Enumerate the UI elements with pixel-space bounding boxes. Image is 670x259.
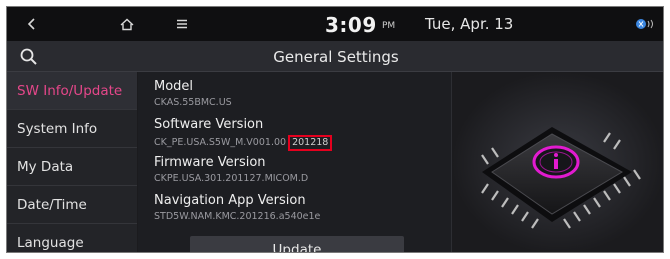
row-title: Firmware Version xyxy=(154,155,266,170)
sidebar-item-label: Date/Time xyxy=(17,196,87,213)
row-title: Software Version xyxy=(154,117,264,132)
update-button[interactable]: Update xyxy=(190,236,404,252)
menu-button[interactable] xyxy=(167,7,197,41)
sidebar-item-label: My Data xyxy=(17,158,74,175)
status-bar: 3:09 PM Tue, Apr. 13 xyxy=(7,7,663,41)
sidebar-item-label: SW Info/Update xyxy=(17,82,123,99)
row-value: CK_PE.USA.S5W_M.V001.00 201218 xyxy=(154,135,333,151)
clock-ampm: PM xyxy=(382,21,396,31)
sidebar: SW Info/Update System Info My Data Date/… xyxy=(7,72,137,252)
row-value: CKPE.USA.301.201127.MICOM.D xyxy=(154,173,309,184)
home-icon xyxy=(120,18,134,31)
sidebar-item-language[interactable]: Language xyxy=(7,224,137,252)
row-value-prefix: CK_PE.USA.S5W_M.V001.00 xyxy=(154,137,287,148)
list-item-firmware-version: Firmware Version CKPE.USA.301.201127.MIC… xyxy=(154,152,444,190)
row-value: CKAS.55BMC.US xyxy=(154,97,232,108)
sidebar-item-date-time[interactable]: Date/Time xyxy=(7,186,137,224)
chip-info-icon xyxy=(452,72,663,252)
sidebar-item-system-info[interactable]: System Info xyxy=(7,110,137,148)
row-value: STD5W.NAM.KMC.201216.a540e1e xyxy=(154,211,321,222)
list-item-navigation-app-version: Navigation App Version STD5W.NAM.KMC.201… xyxy=(154,190,444,228)
sidebar-item-my-data[interactable]: My Data xyxy=(7,148,137,186)
title-bar: General Settings xyxy=(7,41,663,72)
menu-icon xyxy=(177,19,187,29)
connectivity-icon xyxy=(636,19,653,29)
page-title: General Settings xyxy=(273,48,399,66)
row-title: Model xyxy=(154,79,194,94)
sidebar-item-label: Language xyxy=(17,235,84,251)
row-title: Navigation App Version xyxy=(154,193,306,208)
status-date: Tue, Apr. 13 xyxy=(425,15,514,33)
screen: 3:09 PM Tue, Apr. 13 General Settings SW… xyxy=(6,6,664,253)
info-list: Model CKAS.55BMC.US Software Version CK_… xyxy=(138,72,452,252)
sidebar-item-label: System Info xyxy=(17,120,98,137)
sidebar-item-sw-info-update[interactable]: SW Info/Update xyxy=(7,72,137,110)
clock-time: 3:09 xyxy=(325,13,377,37)
highlighted-version-date: 201218 xyxy=(288,135,333,151)
list-item-software-version: Software Version CK_PE.USA.S5W_M.V001.00… xyxy=(154,114,444,152)
home-button[interactable] xyxy=(112,7,142,41)
list-item-model: Model CKAS.55BMC.US xyxy=(154,76,444,114)
back-icon xyxy=(27,18,35,30)
back-button[interactable] xyxy=(17,7,47,41)
